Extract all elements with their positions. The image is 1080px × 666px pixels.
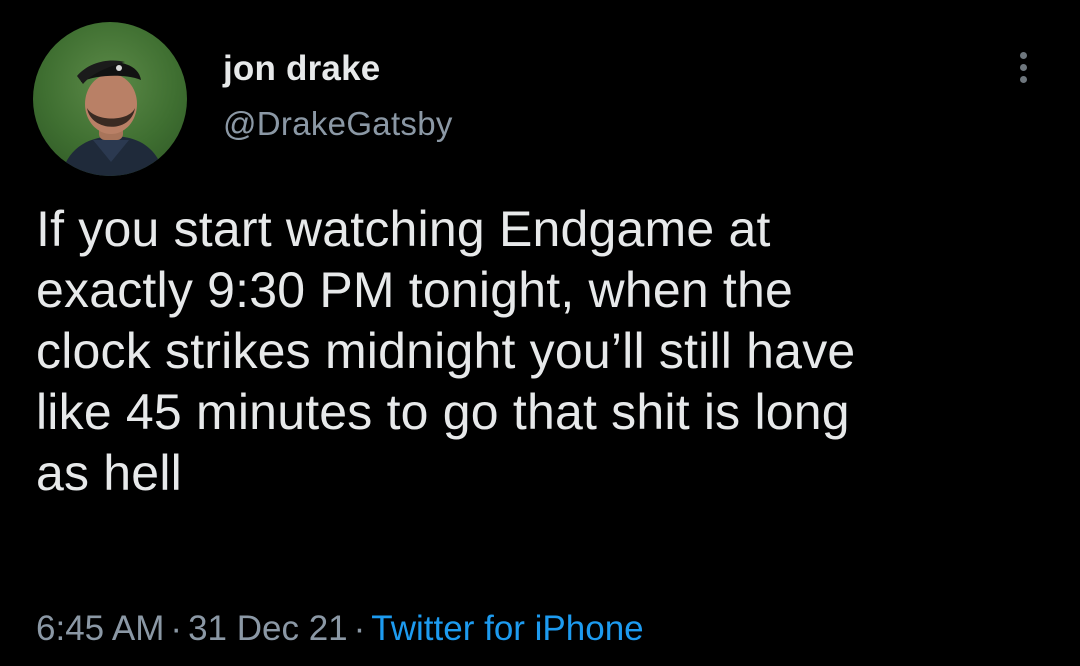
- meta-separator: ·: [170, 609, 183, 648]
- handle[interactable]: @DrakeGatsby: [223, 104, 453, 144]
- avatar[interactable]: [33, 22, 187, 176]
- tweet-text-line: If you start watching Endgame at: [36, 201, 771, 257]
- more-vertical-icon-dot: [1020, 64, 1027, 71]
- more-vertical-icon-dot: [1020, 76, 1027, 83]
- avatar-image: [61, 60, 165, 176]
- tweet-text-line: as hell: [36, 445, 182, 501]
- tweet-text-line: like 45 minutes to go that shit is long: [36, 384, 850, 440]
- tweet: jon drake @DrakeGatsby If you start watc…: [0, 0, 1080, 666]
- tweet-date[interactable]: 31 Dec 21: [188, 609, 348, 648]
- tweet-text-line: clock strikes midnight you’ll still have: [36, 323, 856, 379]
- tweet-text: If you start watching Endgame at exactly…: [36, 199, 1046, 504]
- author-block: jon drake @DrakeGatsby: [223, 48, 453, 144]
- more-options-button[interactable]: [1004, 46, 1044, 90]
- tweet-source-link[interactable]: Twitter for iPhone: [371, 609, 643, 648]
- tweet-meta: 6:45 AM · 31 Dec 21 · Twitter for iPhone: [36, 607, 644, 651]
- meta-separator: ·: [353, 609, 366, 648]
- display-name[interactable]: jon drake: [223, 48, 453, 90]
- tweet-text-line: exactly 9:30 PM tonight, when the: [36, 262, 794, 318]
- tweet-time[interactable]: 6:45 AM: [36, 609, 164, 648]
- more-vertical-icon: [1020, 52, 1027, 59]
